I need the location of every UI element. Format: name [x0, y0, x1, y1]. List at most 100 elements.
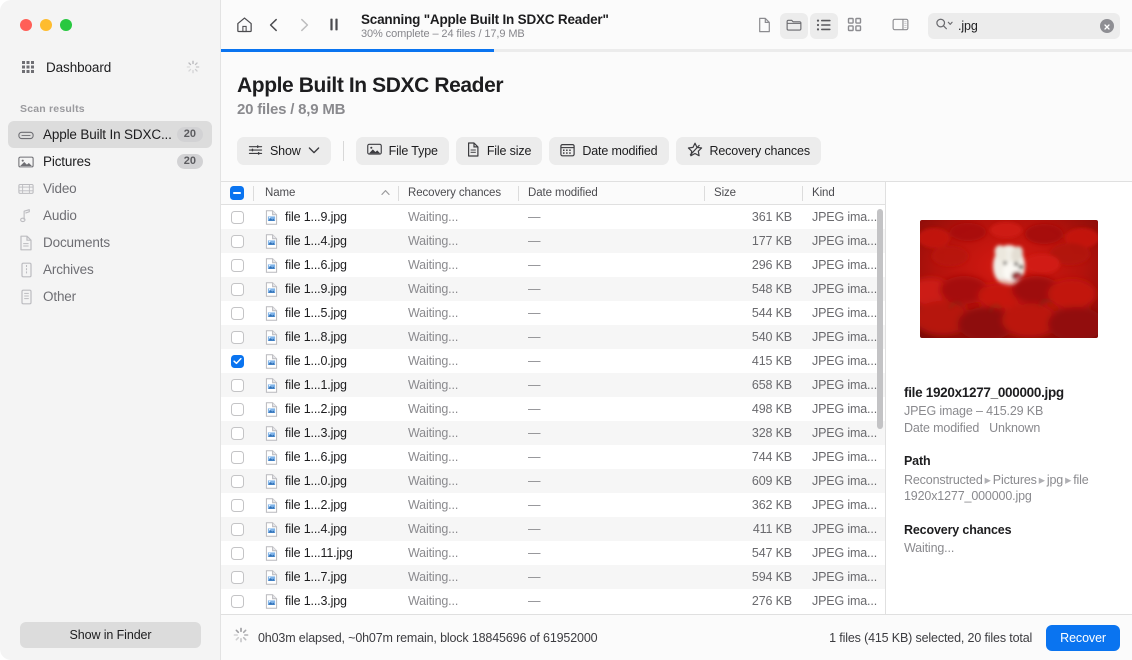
row-checkbox[interactable] — [230, 570, 244, 584]
pause-scan-button[interactable] — [319, 11, 349, 41]
file-view-button[interactable] — [750, 13, 778, 39]
row-checkbox[interactable] — [230, 234, 244, 248]
inspector-panel-toggle[interactable] — [886, 13, 914, 39]
table-row[interactable]: file 1...8.jpg Waiting... — 540 KB JPEG ima.… — [221, 325, 885, 349]
row-checkbox[interactable] — [230, 450, 244, 464]
table-row[interactable]: file 1...7.jpg Waiting... — 594 KB JPEG ima.… — [221, 565, 885, 589]
folder-view-button[interactable] — [780, 13, 808, 39]
row-checkbox-cell[interactable] — [221, 349, 253, 373]
table-row[interactable]: file 1...4.jpg Waiting... — 411 KB JPEG ima.… — [221, 517, 885, 541]
file-table-body[interactable]: file 1...9.jpg Waiting... — 361 KB JPEG ima.… — [221, 205, 885, 614]
row-checkbox[interactable] — [230, 474, 244, 488]
jpeg-file-icon — [265, 281, 278, 297]
close-button[interactable] — [20, 19, 32, 31]
sidebar-item-apple-built-in-sdxc[interactable]: Apple Built In SDXC... 20 — [8, 121, 212, 148]
preview-path-value: Reconstructed ▸ Pictures ▸ jpg ▸ file 1920x127… — [904, 472, 1114, 504]
sidebar-item-other[interactable]: Other — [8, 283, 212, 310]
file-icon — [757, 17, 772, 36]
minimize-button[interactable] — [40, 19, 52, 31]
row-checkbox[interactable] — [230, 378, 244, 392]
table-row[interactable]: file 1...2.jpg Waiting... — 498 KB JPEG ima.… — [221, 397, 885, 421]
row-checkbox[interactable] — [230, 498, 244, 512]
sidebar-item-pictures[interactable]: Pictures 20 — [8, 148, 212, 175]
row-file-name: file 1...6.jpg — [285, 450, 347, 464]
table-row[interactable]: file 1...0.jpg Waiting... — 609 KB JPEG ima.… — [221, 469, 885, 493]
filter-file-size-button[interactable]: File size — [455, 137, 543, 165]
select-all-header[interactable] — [221, 182, 253, 205]
back-button[interactable] — [259, 11, 289, 41]
row-size-cell: 548 KB — [751, 282, 792, 296]
row-checkbox[interactable] — [230, 306, 244, 320]
view-mode-group — [750, 13, 914, 39]
sidebar-item-documents[interactable]: Documents — [8, 229, 212, 256]
row-checkbox-cell[interactable] — [221, 301, 253, 325]
table-row[interactable]: file 1...9.jpg Waiting... — 361 KB JPEG ima.… — [221, 205, 885, 229]
select-all-checkbox[interactable] — [230, 186, 244, 200]
table-vertical-scrollbar[interactable] — [877, 209, 883, 429]
row-checkbox[interactable] — [230, 546, 244, 560]
table-row[interactable]: file 1...11.jpg Waiting... — 547 KB JPEG ima… — [221, 541, 885, 565]
column-header-date-modified[interactable]: Date modified — [518, 182, 704, 205]
filter-label: Recovery chances — [709, 144, 811, 158]
preview-filename: file 1920x1277_000000.jpg — [904, 385, 1064, 400]
search-input-value[interactable]: .jpg — [958, 19, 1100, 33]
row-checkbox-cell[interactable] — [221, 253, 253, 277]
recover-button[interactable]: Recover — [1046, 624, 1120, 651]
filter-date-modified-button[interactable]: Date modified — [549, 137, 669, 165]
row-checkbox-cell[interactable] — [221, 589, 253, 613]
clear-search-button[interactable] — [1100, 19, 1114, 33]
table-row[interactable]: file 1...3.jpg Waiting... — 276 KB JPEG ima.… — [221, 589, 885, 613]
row-checkbox-cell[interactable] — [221, 373, 253, 397]
row-date-cell: — — [528, 210, 541, 224]
sidebar-item-video[interactable]: Video — [8, 175, 212, 202]
row-checkbox-cell[interactable] — [221, 325, 253, 349]
row-checkbox-cell[interactable] — [221, 493, 253, 517]
table-row[interactable]: file 1...5.jpg Waiting... — 544 KB JPEG ima.… — [221, 301, 885, 325]
row-checkbox[interactable] — [230, 402, 244, 416]
table-row[interactable]: file 1...9.jpg Waiting... — 548 KB JPEG ima.… — [221, 277, 885, 301]
row-checkbox-cell[interactable] — [221, 205, 253, 229]
table-row[interactable]: file 1...4.jpg Waiting... — 177 KB JPEG ima.… — [221, 229, 885, 253]
row-checkbox[interactable] — [230, 258, 244, 272]
sidebar-item-audio[interactable]: Audio — [8, 202, 212, 229]
zoom-button[interactable] — [60, 19, 72, 31]
row-checkbox-cell[interactable] — [221, 445, 253, 469]
table-row[interactable]: file 1...2.jpg Waiting... — 362 KB JPEG ima.… — [221, 493, 885, 517]
row-checkbox[interactable] — [230, 210, 244, 224]
search-field[interactable]: .jpg — [928, 13, 1120, 39]
row-checkbox-cell[interactable] — [221, 541, 253, 565]
column-header-recovery-chances[interactable]: Recovery chances — [398, 182, 518, 205]
home-button[interactable] — [229, 11, 259, 41]
row-checkbox-cell[interactable] — [221, 277, 253, 301]
table-row[interactable]: file 1...6.jpg Waiting... — 296 KB JPEG ima.… — [221, 253, 885, 277]
sidebar-item-dashboard[interactable]: Dashboard — [12, 53, 208, 81]
grid-view-button[interactable] — [840, 13, 868, 39]
row-checkbox-cell[interactable] — [221, 397, 253, 421]
table-row[interactable]: file 1...6.jpg Waiting... — 744 KB JPEG ima.… — [221, 445, 885, 469]
filter-file-type-button[interactable]: File Type — [355, 137, 449, 165]
row-checkbox[interactable] — [230, 330, 244, 344]
column-header-kind[interactable]: Kind — [802, 182, 885, 205]
table-row[interactable]: file 1...1.jpg Waiting... — 658 KB JPEG ima.… — [221, 373, 885, 397]
table-row[interactable]: file 1...0.jpg Waiting... — 415 KB JPEG ima.… — [221, 349, 885, 373]
column-header-size[interactable]: Size — [704, 182, 802, 205]
list-view-button[interactable] — [810, 13, 838, 39]
row-checkbox-cell[interactable] — [221, 421, 253, 445]
row-checkbox-cell[interactable] — [221, 469, 253, 493]
row-checkbox[interactable] — [230, 282, 244, 296]
column-header-name[interactable]: Name — [253, 182, 398, 205]
show-in-finder-button[interactable]: Show in Finder — [20, 622, 201, 648]
show-dropdown-button[interactable]: Show — [237, 137, 331, 165]
table-row[interactable]: file 1...3.jpg Waiting... — 328 KB JPEG ima.… — [221, 421, 885, 445]
row-checkbox-cell[interactable] — [221, 229, 253, 253]
row-checkbox-cell[interactable] — [221, 565, 253, 589]
row-checkbox[interactable] — [230, 594, 244, 608]
filter-recovery-chances-button[interactable]: Recovery chances — [675, 137, 821, 165]
search-icon[interactable] — [935, 17, 954, 36]
row-checkbox[interactable] — [230, 426, 244, 440]
row-checkbox-cell[interactable] — [221, 517, 253, 541]
forward-button[interactable] — [289, 11, 319, 41]
row-checkbox[interactable] — [230, 522, 244, 536]
sidebar-item-archives[interactable]: Archives — [8, 256, 212, 283]
row-checkbox[interactable] — [230, 354, 244, 368]
